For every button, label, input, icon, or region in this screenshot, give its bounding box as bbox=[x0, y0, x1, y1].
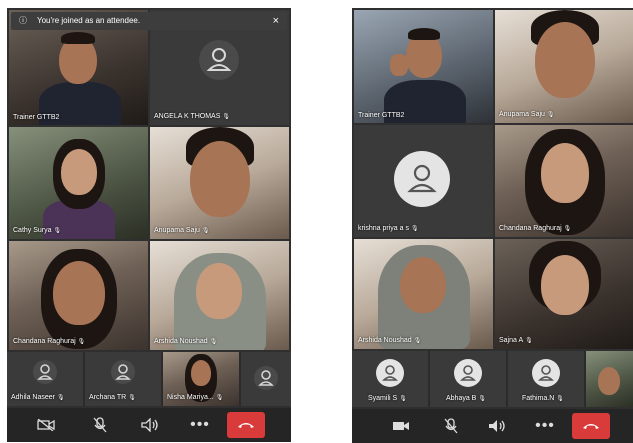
camera-icon[interactable] bbox=[386, 409, 416, 443]
video-tile-chandana[interactable]: Chandana Raghuraj 🎙 bbox=[9, 241, 148, 350]
mic-muted-icon: 🎙 bbox=[222, 114, 231, 120]
speaker-icon[interactable] bbox=[135, 408, 165, 442]
participant-strip: Syamili S 🎙 Abhaya B 🎙 Fathima.N 🎙 bbox=[352, 351, 633, 407]
mic-muted-icon: 🎙 bbox=[410, 226, 419, 232]
video-tile-arshida[interactable]: Arshida Noushad 🎙 bbox=[354, 239, 493, 349]
participant-name: Arshida Noushad 🎙 bbox=[358, 337, 422, 344]
video-tile-krishna[interactable]: krishna priya a s 🎙 bbox=[354, 125, 493, 237]
participant-name: Trainer GTTB2 bbox=[13, 114, 60, 121]
close-icon[interactable]: × bbox=[273, 12, 279, 30]
video-tile-cathy[interactable]: Cathy Surya 🎙 bbox=[9, 127, 148, 239]
strip-tile-nisha[interactable]: Nisha Mariya... 🎙 bbox=[163, 352, 239, 406]
participant-name: Chandana Raghuraj 🎙 bbox=[499, 225, 572, 232]
mic-muted-icon: 🎙 bbox=[546, 112, 555, 118]
mic-muted-icon: 🎙 bbox=[56, 395, 65, 401]
video-tile-chandana[interactable]: Chandana Raghuraj 🎙 bbox=[495, 125, 633, 237]
right-meeting-screen: Trainer GTTB2 Anupama Saju 🎙 krishna priy… bbox=[352, 8, 633, 443]
person-face bbox=[196, 263, 242, 319]
participant-name: Archana TR 🎙 bbox=[89, 394, 136, 401]
participant-name: Chandana Raghuraj 🎙 bbox=[13, 338, 86, 345]
avatar-icon bbox=[111, 360, 135, 384]
participant-name: Adhila Naseer 🎙 bbox=[11, 394, 65, 401]
person-hair bbox=[61, 32, 95, 44]
participant-name: Trainer GTTB2 bbox=[358, 112, 405, 119]
strip-tile-fathima[interactable]: Fathima.N 🎙 bbox=[508, 351, 584, 407]
participant-strip: Adhila Naseer 🎙 Archana TR 🎙 Nisha Mariya.… bbox=[7, 352, 291, 406]
hangup-button[interactable] bbox=[227, 412, 265, 438]
participant-name: Sajna A 🎙 bbox=[499, 337, 533, 344]
video-tile-anupama[interactable]: Anupama Saju 🎙 bbox=[150, 127, 289, 239]
strip-tile-abhaya[interactable]: Abhaya B 🎙 bbox=[430, 351, 506, 407]
participant-name: Cathy Surya 🎙 bbox=[13, 227, 62, 234]
call-control-bar: ••• bbox=[352, 409, 633, 443]
person-face bbox=[191, 360, 211, 386]
mic-muted-icon: 🎙 bbox=[563, 226, 572, 232]
video-tile-sajna[interactable]: Sajna A 🎙 bbox=[495, 239, 633, 349]
person-face bbox=[53, 261, 105, 325]
avatar-icon bbox=[394, 151, 450, 207]
video-tile-trainer[interactable]: Trainer GTTB2 bbox=[354, 10, 493, 123]
person-face bbox=[61, 149, 97, 195]
mic-muted-icon: 🎙 bbox=[53, 228, 62, 234]
strip-tile-syamili[interactable]: Syamili S 🎙 bbox=[352, 351, 428, 407]
mic-muted-icon: 🎙 bbox=[128, 395, 136, 401]
person-face bbox=[541, 255, 589, 315]
call-control-bar: ••• bbox=[7, 408, 291, 442]
person-face bbox=[541, 143, 589, 203]
participant-name: Anupama Saju 🎙 bbox=[499, 111, 555, 118]
mic-muted-icon: 🎙 bbox=[209, 339, 218, 345]
info-icon: ⓘ bbox=[19, 16, 27, 25]
strip-tile-archana[interactable]: Archana TR 🎙 bbox=[85, 352, 161, 406]
person-face bbox=[598, 367, 620, 395]
avatar-icon bbox=[532, 359, 560, 387]
strip-tile-adhila[interactable]: Adhila Naseer 🎙 bbox=[7, 352, 83, 406]
strip-tile-more[interactable] bbox=[586, 351, 633, 407]
raised-hand bbox=[390, 54, 408, 76]
mic-muted-icon: 🎙 bbox=[201, 228, 210, 234]
camera-off-icon[interactable] bbox=[31, 408, 61, 442]
person-face bbox=[535, 22, 595, 98]
avatar-icon bbox=[33, 360, 57, 384]
mic-muted-icon: 🎙 bbox=[215, 395, 224, 401]
mic-off-icon[interactable] bbox=[436, 409, 466, 443]
participant-name: Syamili S 🎙 bbox=[368, 395, 407, 402]
hangup-button[interactable] bbox=[572, 413, 610, 439]
mic-muted-icon: 🎙 bbox=[478, 396, 486, 402]
mic-off-icon[interactable] bbox=[85, 408, 115, 442]
avatar-icon bbox=[254, 366, 278, 390]
left-meeting-screen: Trainer GTTB2 ANGELA K THOMAS 🎙 Cathy Sur… bbox=[7, 8, 291, 442]
mic-muted-icon: 🎙 bbox=[413, 338, 422, 344]
participant-name: Arshida Noushad 🎙 bbox=[154, 338, 218, 345]
participant-name: Anupama Saju 🎙 bbox=[154, 227, 210, 234]
more-icon[interactable]: ••• bbox=[530, 409, 560, 443]
mic-muted-icon: 🎙 bbox=[399, 396, 407, 402]
person-hair bbox=[408, 28, 440, 40]
strip-tile-more[interactable] bbox=[241, 352, 291, 406]
avatar-icon bbox=[376, 359, 404, 387]
more-icon[interactable]: ••• bbox=[185, 408, 215, 442]
speaker-icon[interactable] bbox=[482, 409, 512, 443]
person-face bbox=[190, 141, 250, 217]
participant-name: ANGELA K THOMAS 🎙 bbox=[154, 113, 231, 120]
video-tile-arshida[interactable]: Arshida Noushad 🎙 bbox=[150, 241, 289, 350]
mic-muted-icon: 🎙 bbox=[525, 338, 533, 344]
video-tile-anupama[interactable]: Anupama Saju 🎙 bbox=[495, 10, 633, 123]
participant-name: Fathima.N 🎙 bbox=[522, 395, 564, 402]
participant-name: krishna priya a s 🎙 bbox=[358, 225, 419, 232]
participant-name: Nisha Mariya... 🎙 bbox=[167, 394, 224, 401]
mic-muted-icon: 🎙 bbox=[556, 396, 564, 402]
avatar-icon bbox=[454, 359, 482, 387]
person-face bbox=[400, 257, 446, 313]
participant-name: Abhaya B 🎙 bbox=[446, 395, 486, 402]
banner-text: You're joined as an attendee. bbox=[37, 16, 141, 25]
attendee-banner: ⓘ You're joined as an attendee. × bbox=[11, 12, 287, 30]
mic-muted-icon: 🎙 bbox=[77, 339, 86, 345]
avatar-icon bbox=[199, 40, 239, 80]
